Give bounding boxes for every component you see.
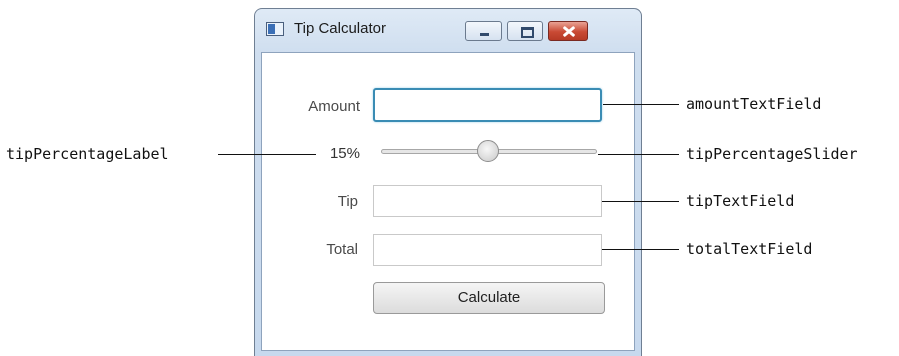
annotation-tip-text-field: tipTextField [686, 192, 795, 210]
close-button[interactable] [548, 21, 588, 41]
leader-line-tip-text-field [602, 201, 679, 202]
title-bar[interactable]: Tip Calculator [255, 9, 641, 53]
tip-text-field[interactable] [373, 185, 602, 217]
app-window-icon [266, 22, 284, 36]
annotation-tip-percentage-slider: tipPercentageSlider [686, 145, 858, 163]
annotation-total-text-field: totalTextField [686, 240, 813, 258]
leader-line-tip-percentage-label [218, 154, 316, 155]
annotation-tip-percentage-label: tipPercentageLabel [6, 145, 169, 163]
annotation-amount-text-field: amountTextField [686, 95, 822, 113]
amount-label: Amount [308, 98, 360, 115]
leader-line-tip-percentage-slider [598, 154, 679, 155]
calculate-button[interactable]: Calculate [373, 282, 605, 314]
total-label: Total [326, 241, 358, 258]
total-text-field[interactable] [373, 234, 602, 266]
tip-percentage-slider-thumb[interactable] [477, 140, 499, 162]
leader-line-amount-text-field [603, 104, 679, 105]
minimize-button[interactable] [465, 21, 502, 41]
tip-label: Tip [337, 193, 358, 210]
leader-line-total-text-field [602, 249, 679, 250]
maximize-button[interactable] [507, 21, 543, 41]
amount-text-field[interactable] [373, 88, 602, 122]
window-title: Tip Calculator [294, 20, 386, 37]
